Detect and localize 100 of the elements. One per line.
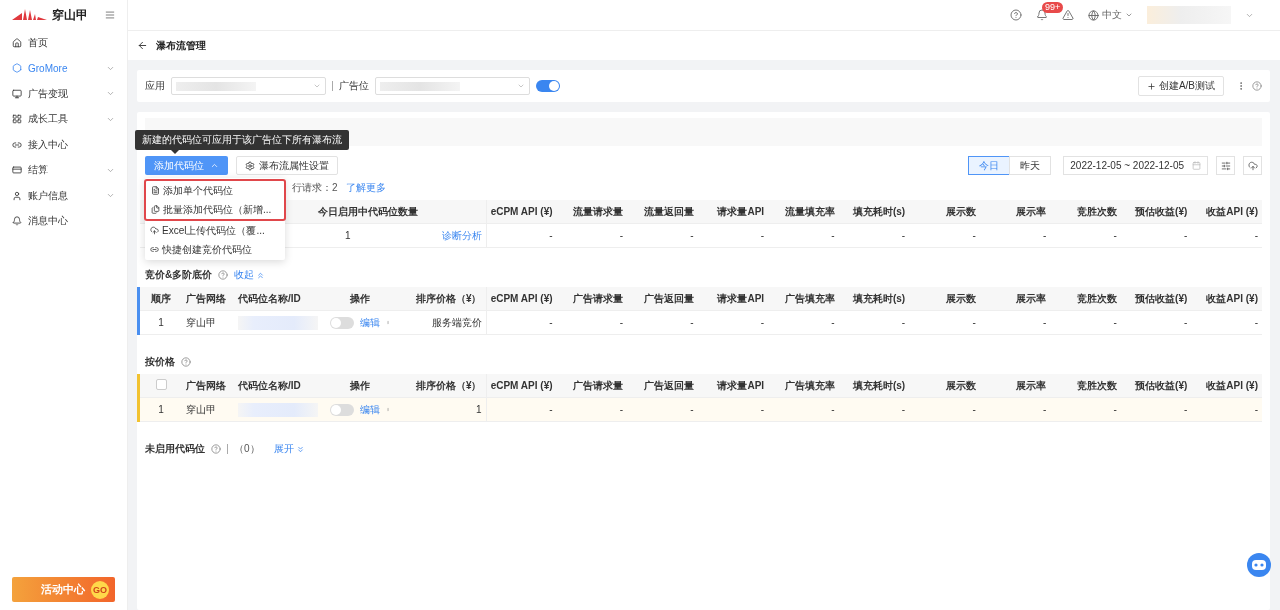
table-cell: - [697,223,769,248]
checkbox[interactable] [155,378,167,390]
date-tab[interactable]: 今日 [968,156,1011,175]
download-button[interactable] [1243,156,1262,175]
toggle-switch[interactable] [330,316,354,329]
expand-link[interactable]: 展开 [273,442,305,456]
home-icon [12,37,22,48]
column-header: 排序价格（¥） [394,287,486,311]
table-cell: - [768,223,839,248]
back-icon[interactable] [137,40,148,51]
column-header: 广告填充率 [768,287,839,311]
monitor-icon [12,88,22,99]
date-range-field[interactable]: 2022-12-05 ~ 2022-12-05 [1063,156,1208,175]
column-header: 展示率 [979,287,1051,311]
slot-select[interactable] [375,77,530,95]
robot-icon[interactable] [1246,552,1272,578]
column-header: 预估收益(¥) [1120,287,1192,311]
toggle-switch[interactable] [536,80,560,92]
column-header: eCPM API (¥) [486,200,557,224]
diagnose-link[interactable]: 诊断分析 [441,228,482,243]
help-icon [218,270,229,280]
column-header: 广告返回量 [627,287,698,311]
help-icon[interactable] [1010,9,1022,21]
nav-item[interactable]: 账户信息 [0,183,127,209]
table-cell: - [627,223,698,248]
menu-item[interactable]: 添加单个代码位 [146,181,284,200]
nav-item[interactable]: 成长工具 [0,106,127,132]
toggle-switch[interactable] [330,403,354,416]
language-selector[interactable]: 中文 [1088,8,1133,22]
column-header: 顺序 [140,287,182,311]
column-header: 展示数 [909,374,980,398]
column-header: 填充耗时(s) [838,374,910,398]
table-cell: - [1191,397,1262,422]
globe-icon [1088,9,1099,21]
nav-item[interactable]: 首页 [0,30,127,56]
nav-item[interactable]: 接入中心 [0,132,127,158]
column-header: 代码位名称/ID [234,287,326,311]
table-cell: 1 [344,230,351,241]
chevron-icon [517,82,525,90]
column-header: 展示率 [979,374,1051,398]
column-header: eCPM API (¥) [486,287,557,311]
column-header: 广告填充率 [768,374,839,398]
table-cell: - [909,310,980,335]
table-cell: 服务端竞价 [394,310,486,335]
column-header: 展示率 [979,200,1051,224]
column-header: 广告网络 [182,287,234,311]
column-header: 流量返回量 [627,200,698,224]
column-header: 操作 [326,374,394,398]
collapse-link[interactable]: 收起 [234,268,266,282]
card-icon [12,165,22,176]
table-cell: - [486,310,557,335]
nav-item[interactable]: 广告变现 [0,81,127,107]
column-header: 排序价格（¥） [394,374,486,398]
count-label: （0） [234,442,260,456]
nav-item[interactable]: GroMore [0,55,127,81]
table-cell: - [1050,397,1121,422]
table-cell: - [768,310,839,335]
settings-button[interactable]: 瀑布流属性设置 [236,156,338,175]
table-cell: - [1120,310,1192,335]
table-cell: - [486,223,557,248]
column-header: 广告返回量 [627,374,698,398]
edit-link[interactable]: 编辑 [360,402,380,417]
column-header: 竞胜次数 [1050,374,1121,398]
table-cell: 1 [140,310,182,335]
sliders-icon [1220,160,1231,171]
date-tab[interactable]: 昨天 [1009,156,1052,175]
cloud-upload-icon [150,226,159,235]
menu-icon[interactable] [105,10,115,20]
table-cell: - [1191,310,1262,335]
ab-test-button[interactable]: 创建A/B测试 [1137,76,1224,96]
request-note: 行请求：2 [292,181,338,195]
menu-item[interactable]: 快捷创建竞价代码位 [145,240,285,259]
column-header: 广告请求量 [556,287,628,311]
warning-icon[interactable] [1062,9,1074,21]
menu-item[interactable]: Excel上传代码位（覆... [145,221,285,240]
table-cell: 穿山甲 [182,310,234,335]
table-cell: - [1120,223,1192,248]
column-header: 广告网络 [182,374,234,398]
edit-link[interactable]: 编辑 [360,315,380,330]
table-cell: - [909,223,980,248]
app-select[interactable] [171,77,326,95]
column-header: 竞胜次数 [1050,287,1121,311]
table-cell: - [1050,310,1121,335]
chevron-icon [313,82,321,90]
page-title: 瀑布流管理 [156,38,206,53]
notification-badge: 99+ [1042,2,1064,13]
column-header: 广告请求量 [556,374,628,398]
bell-icon[interactable] [1036,9,1048,21]
learn-more-link[interactable]: 了解更多 [345,181,386,195]
table-cell: - [1050,223,1121,248]
account-block[interactable] [1147,6,1231,24]
user-icon [12,190,22,201]
nav-item[interactable]: 结算 [0,157,127,183]
column-header: 竞胜次数 [1050,200,1121,224]
help-icon [1252,81,1262,91]
table-cell: - [697,310,769,335]
filter-button[interactable] [1216,156,1235,175]
table-cell: - [627,397,698,422]
nav-item[interactable]: 消息中心 [0,208,127,234]
column-header: 收益API (¥) [1191,374,1262,398]
